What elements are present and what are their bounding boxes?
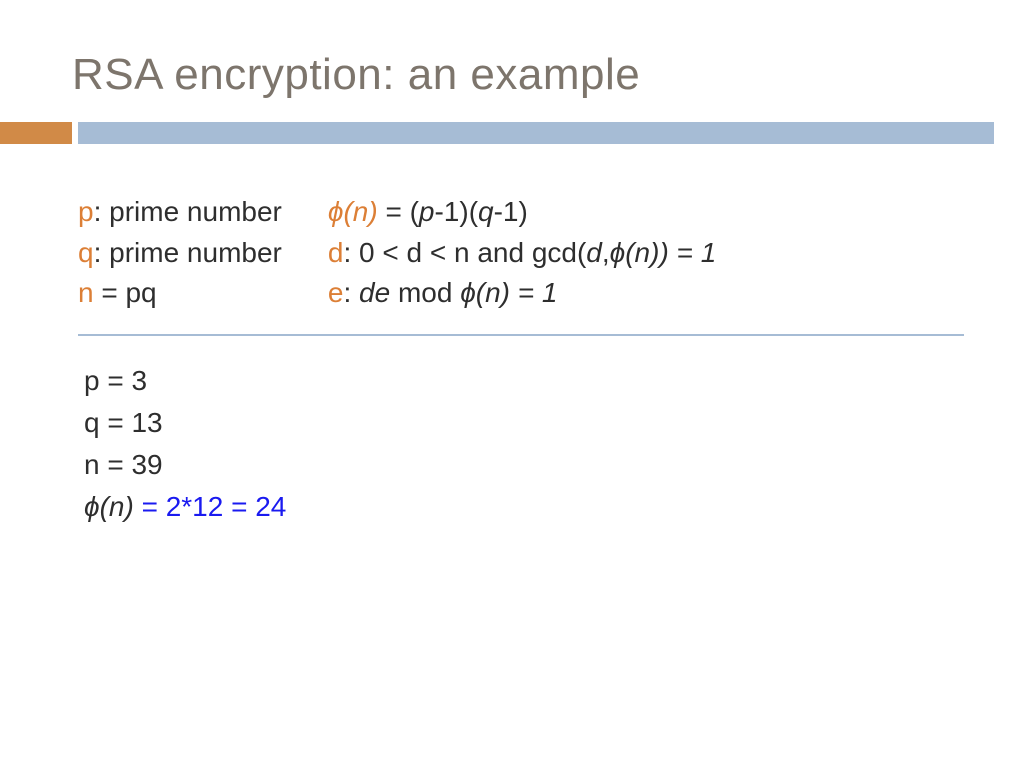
accent-bar-blue bbox=[78, 122, 994, 144]
definitions: p: prime number q: prime number n = pq ɸ… bbox=[78, 192, 964, 314]
def-d: d: 0 < d < n and gcd(d,ɸ(n)) = 1 bbox=[328, 233, 964, 274]
def-d-colon: : bbox=[343, 237, 359, 268]
example-phi-lhs: ɸ(n) bbox=[84, 491, 134, 522]
symbol-p: p bbox=[78, 196, 94, 227]
var-phin: ɸ(n) bbox=[610, 237, 660, 268]
example-phi: ɸ(n) = 2*12 = 24 bbox=[84, 486, 964, 528]
symbol-e: e bbox=[328, 277, 344, 308]
def-phi: ɸ(n) = (p-1)(q-1) bbox=[328, 192, 964, 233]
example-p: p = 3 bbox=[84, 360, 964, 402]
def-phi-end: -1) bbox=[494, 196, 528, 227]
var-q: q bbox=[478, 196, 494, 227]
def-d-ineq: 0 < d < n and gcd( bbox=[359, 237, 586, 268]
symbol-q: q bbox=[78, 237, 94, 268]
def-d-comma: , bbox=[602, 237, 610, 268]
def-d-close: ) = bbox=[659, 237, 700, 268]
slide-title: RSA encryption: an example bbox=[0, 50, 1024, 100]
var-de: de bbox=[359, 277, 390, 308]
symbol-phi: ɸ(n) bbox=[328, 196, 378, 227]
symbol-n: n bbox=[78, 277, 94, 308]
example-phi-rhs: = 2*12 = 24 bbox=[134, 491, 287, 522]
def-q-text: : prime number bbox=[94, 237, 282, 268]
slide-body: p: prime number q: prime number n = pq ɸ… bbox=[0, 192, 1024, 528]
example-n: n = 39 bbox=[84, 444, 964, 486]
example-values: p = 3 q = 13 n = 39 ɸ(n) = 2*12 = 24 bbox=[78, 360, 964, 528]
symbol-d: d bbox=[328, 237, 344, 268]
slide: RSA encryption: an example p: prime numb… bbox=[0, 0, 1024, 768]
def-p-text: : prime number bbox=[94, 196, 282, 227]
example-q: q = 13 bbox=[84, 402, 964, 444]
title-underline bbox=[0, 122, 1024, 144]
divider bbox=[78, 334, 964, 336]
definitions-right: ɸ(n) = (p-1)(q-1) d: 0 < d < n and gcd(d… bbox=[328, 192, 964, 314]
def-n-text: = pq bbox=[94, 277, 157, 308]
def-phi-eq: = ( bbox=[378, 196, 419, 227]
def-e: e: de mod ɸ(n) = 1 bbox=[328, 273, 964, 314]
definitions-left: p: prime number q: prime number n = pq bbox=[78, 192, 282, 314]
var-d: d bbox=[586, 237, 602, 268]
accent-bar-orange bbox=[0, 122, 72, 144]
def-phi-mid: -1)( bbox=[434, 196, 478, 227]
def-e-mod: mod bbox=[390, 277, 460, 308]
def-d-one: 1 bbox=[701, 237, 717, 268]
def-p: p: prime number bbox=[78, 192, 282, 233]
def-e-phin: ɸ(n) = 1 bbox=[460, 277, 557, 308]
def-n: n = pq bbox=[78, 273, 282, 314]
def-q: q: prime number bbox=[78, 233, 282, 274]
var-p: p bbox=[419, 196, 435, 227]
def-e-colon: : bbox=[343, 277, 359, 308]
